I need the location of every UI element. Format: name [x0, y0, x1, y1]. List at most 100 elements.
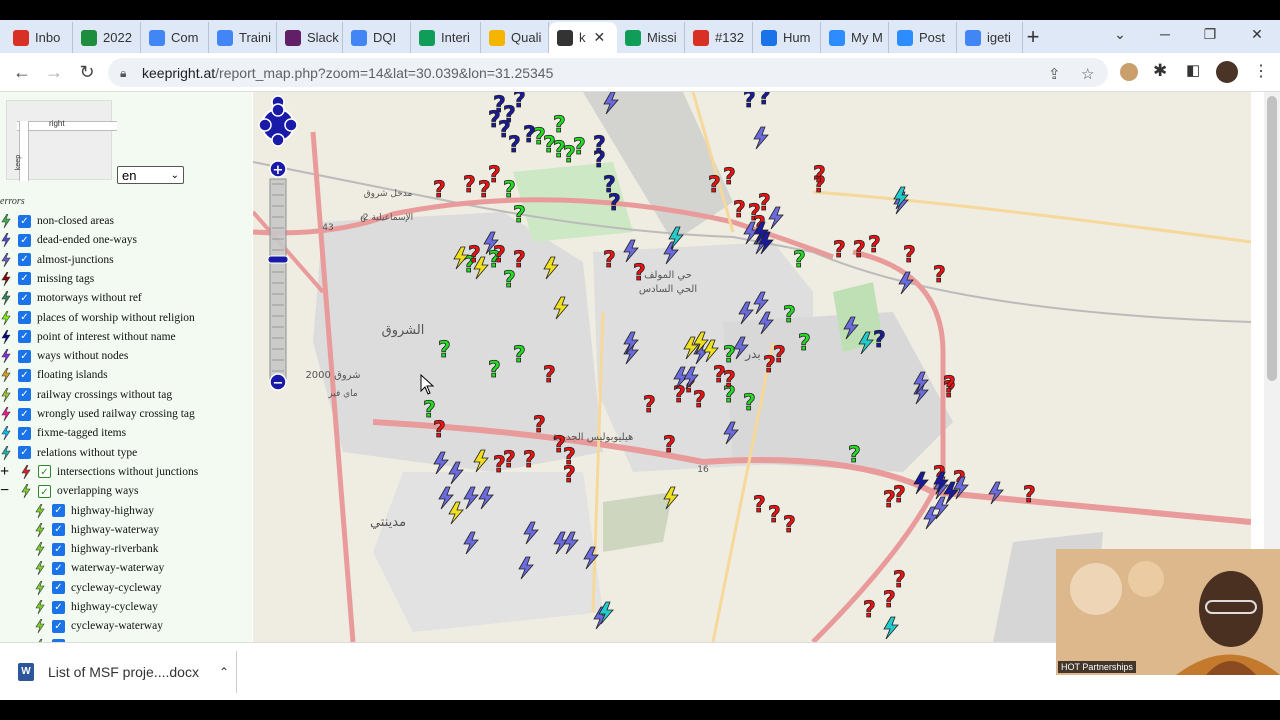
bookmark-star-icon[interactable]: ☆ [1081, 65, 1094, 83]
error-type-checkbox[interactable]: ✓ [18, 233, 31, 247]
language-select[interactable]: en ⌄ [117, 166, 184, 184]
close-window-button[interactable]: ✕ [1247, 26, 1267, 43]
error-marker-question-icon[interactable]: ? [853, 238, 867, 264]
tab-search-chevron-icon[interactable]: ⌄ [1110, 26, 1130, 43]
group-intersections-row[interactable]: + ✓ intersections without junctions [0, 463, 198, 481]
error-type-row[interactable]: ✓ dead-ended one-ways [0, 231, 137, 249]
error-marker-question-icon[interactable]: ? [433, 418, 447, 444]
error-type-row[interactable]: ✓ relations without type [0, 444, 137, 462]
error-marker-question-icon[interactable]: ? [708, 173, 722, 199]
error-marker-question-icon[interactable]: ? [533, 413, 547, 439]
error-marker-question-icon[interactable]: ? [723, 165, 737, 191]
error-marker-question-icon[interactable]: ? [893, 568, 907, 594]
tab-13[interactable]: My M [821, 22, 889, 53]
error-marker-question-icon[interactable]: ? [593, 133, 607, 159]
reload-icon[interactable]: ↻ [76, 62, 98, 82]
restore-button[interactable]: ❐ [1200, 26, 1220, 43]
error-type-checkbox[interactable]: ✓ [18, 311, 31, 324]
error-type-checkbox[interactable]: ✓ [18, 407, 31, 421]
error-marker-question-icon[interactable]: ? [693, 388, 707, 414]
error-type-checkbox[interactable]: ✓ [18, 426, 31, 440]
error-marker-question-icon[interactable]: ? [848, 443, 862, 469]
error-marker-question-icon[interactable]: ? [663, 433, 677, 459]
url-text[interactable]: keepright.at/report_map.php?zoom=14&lat=… [142, 65, 553, 81]
error-marker-question-icon[interactable]: ? [488, 358, 502, 384]
error-marker-question-icon[interactable]: ? [513, 92, 527, 113]
address-bar[interactable]: 🔒︎ keepright.at/report_map.php?zoom=14&l… [108, 58, 1108, 87]
overlap-subtype-row[interactable]: ✓ highway-riverbank [34, 540, 159, 558]
error-marker-question-icon[interactable]: ? [893, 483, 907, 509]
share-icon[interactable]: ⇪ [1048, 65, 1061, 83]
group-checkbox[interactable]: ✓ [38, 484, 51, 498]
forward-icon[interactable]: → [43, 62, 65, 82]
error-type-row[interactable]: ✓ point of interest without name [0, 328, 176, 346]
error-marker-question-icon[interactable]: ? [733, 198, 747, 224]
error-type-row[interactable]: ✓ ways without nodes [0, 347, 128, 365]
error-marker-question-icon[interactable]: ? [503, 178, 517, 204]
error-marker-question-icon[interactable]: ? [783, 513, 797, 539]
menu-kebab-icon[interactable]: ⋮ [1253, 61, 1269, 81]
error-marker-question-icon[interactable]: ? [868, 233, 882, 259]
tab-6[interactable]: DQI [343, 22, 411, 53]
error-type-row[interactable]: ✓ motorways without ref [0, 289, 142, 307]
error-marker-question-icon[interactable]: ? [488, 108, 502, 134]
error-type-checkbox[interactable]: ✓ [18, 388, 31, 402]
error-marker-question-icon[interactable]: ? [768, 503, 782, 529]
error-marker-question-icon[interactable]: ? [503, 448, 517, 474]
download-item[interactable]: W List of MSF proje....docx ⌃ [18, 663, 229, 681]
error-marker-question-icon[interactable]: ? [493, 243, 507, 269]
back-icon[interactable]: ← [11, 62, 33, 82]
error-marker-question-icon[interactable]: ? [563, 463, 577, 489]
pan-left-icon[interactable] [258, 118, 272, 132]
tab-5[interactable]: Slack [277, 22, 343, 53]
tab-14[interactable]: Post [889, 22, 957, 53]
error-marker-question-icon[interactable]: ? [463, 173, 477, 199]
tab-7[interactable]: Interi [411, 22, 481, 53]
extensions-puzzle-icon[interactable]: ✱ [1153, 61, 1167, 81]
tab-9[interactable]: k ✕ [549, 22, 617, 53]
error-marker-question-icon[interactable]: ? [903, 243, 917, 269]
error-type-checkbox[interactable]: ✓ [18, 214, 31, 228]
side-panel-icon[interactable]: ◧ [1186, 61, 1200, 79]
tab-15[interactable]: igeti [957, 22, 1023, 53]
error-marker-question-icon[interactable]: ? [513, 203, 527, 229]
subtype-checkbox[interactable]: ✓ [52, 542, 65, 556]
subtype-checkbox[interactable]: ✓ [52, 600, 65, 614]
error-type-row[interactable]: ✓ fixme-tagged items [0, 424, 126, 442]
error-marker-question-icon[interactable]: ? [513, 343, 527, 369]
tab-11[interactable]: #132 [685, 22, 753, 53]
error-marker-question-icon[interactable]: ? [753, 493, 767, 519]
expand-toggle[interactable]: + [0, 463, 14, 481]
tab-2[interactable]: 2022 [73, 22, 141, 53]
pan-up-icon[interactable] [271, 103, 285, 117]
close-tab-icon[interactable]: ✕ [594, 29, 606, 46]
overlap-subtype-row[interactable]: ✓ cycleway-waterway [34, 617, 163, 635]
error-type-row[interactable]: ✓ wrongly used railway crossing tag [0, 405, 195, 423]
error-marker-question-icon[interactable]: ? [608, 191, 622, 217]
error-marker-question-icon[interactable]: ? [438, 338, 452, 364]
subtype-checkbox[interactable]: ✓ [52, 619, 65, 633]
error-marker-question-icon[interactable]: ? [488, 163, 502, 189]
pan-down-icon[interactable] [271, 133, 285, 147]
error-marker-question-icon[interactable]: ? [513, 248, 527, 274]
error-marker-question-icon[interactable]: ? [523, 448, 537, 474]
error-marker-question-icon[interactable]: ? [723, 368, 737, 394]
error-type-row[interactable]: ✓ almost-junctions [0, 251, 114, 269]
group-checkbox[interactable]: ✓ [38, 465, 51, 479]
error-marker-question-icon[interactable]: ? [813, 163, 827, 189]
subtype-checkbox[interactable]: ✓ [52, 504, 65, 517]
error-type-checkbox[interactable]: ✓ [18, 330, 31, 344]
zoom-slider-handle[interactable] [267, 255, 289, 264]
overlap-subtype-row[interactable]: ✓ highway-highway [34, 502, 154, 520]
error-type-row[interactable]: ✓ railway crossings without tag [0, 386, 172, 404]
subtype-checkbox[interactable]: ✓ [52, 523, 65, 537]
subtype-checkbox[interactable]: ✓ [52, 581, 65, 595]
overlap-subtype-row[interactable]: ✓ highway-waterway [34, 521, 159, 539]
error-marker-question-icon[interactable]: ? [743, 92, 757, 113]
pan-right-icon[interactable] [284, 118, 298, 132]
profile-avatar[interactable] [1216, 61, 1238, 83]
error-marker-question-icon[interactable]: ? [793, 248, 807, 274]
error-marker-question-icon[interactable]: ? [508, 133, 522, 159]
error-type-checkbox[interactable]: ✓ [18, 446, 31, 460]
error-marker-question-icon[interactable]: ? [573, 135, 587, 161]
